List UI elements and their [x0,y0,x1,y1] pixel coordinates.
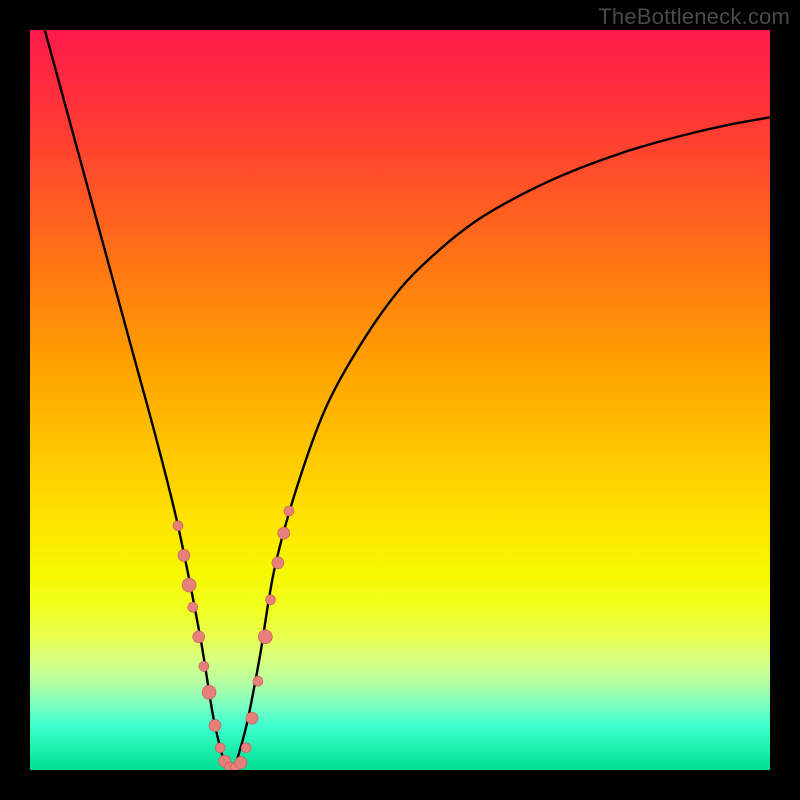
highlight-dot [199,661,209,671]
watermark-text: TheBottleneck.com [598,4,790,30]
highlight-dot [215,743,225,753]
bottleneck-curve [45,30,770,770]
highlight-dot [182,578,196,592]
highlight-dot [253,676,263,686]
highlight-dot [284,506,294,516]
highlight-dot [193,631,205,643]
curve-svg [30,30,770,770]
highlight-dot [235,757,247,769]
highlight-dot [209,720,221,732]
chart-frame: TheBottleneck.com [0,0,800,800]
highlight-dot [173,521,183,531]
highlight-dot [266,595,276,605]
highlight-dot [272,557,284,569]
highlight-dot [278,527,290,539]
highlight-dot [188,602,198,612]
highlight-dot [258,630,272,644]
highlight-dot [178,549,190,561]
highlight-dot [241,743,251,753]
plot-area [30,30,770,770]
highlight-dot [202,685,216,699]
highlight-dot [246,712,258,724]
highlight-dots [173,506,294,770]
